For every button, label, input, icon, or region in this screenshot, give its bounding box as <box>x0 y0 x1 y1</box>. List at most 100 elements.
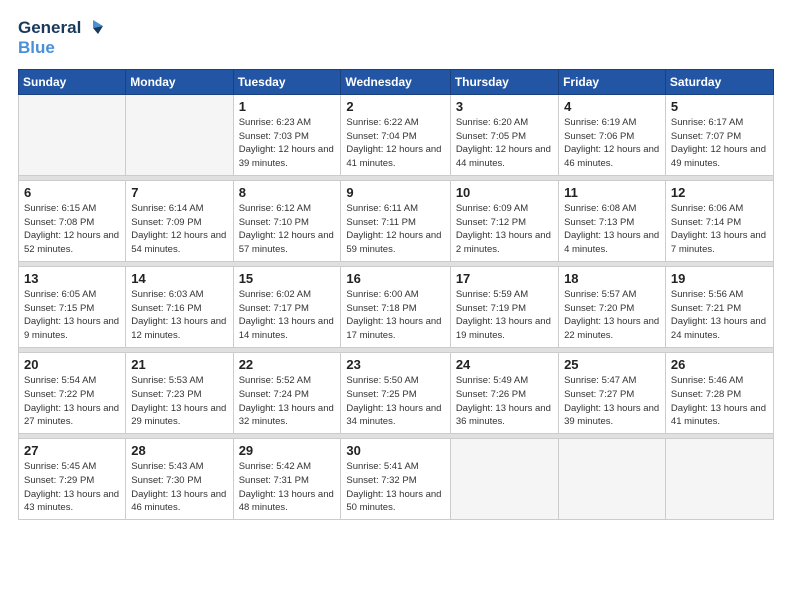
day-number: 8 <box>239 185 336 200</box>
calendar-cell: 6 Sunrise: 6:15 AM Sunset: 7:08 PM Daylig… <box>19 180 126 261</box>
calendar-cell: 4Sunrise: 6:19 AM Sunset: 7:06 PM Daylig… <box>559 94 666 175</box>
calendar-cell: 1 Sunrise: 6:23 AM Sunset: 7:03 PM Daylig… <box>233 94 341 175</box>
day-number: 17 <box>456 271 553 286</box>
calendar-cell: 2 Sunrise: 6:22 AM Sunset: 7:04 PM Daylig… <box>341 94 450 175</box>
day-number: 16 <box>346 271 444 286</box>
calendar-cell: 27 Sunrise: 5:45 AM Sunset: 7:29 PM Dayli… <box>19 439 126 520</box>
calendar-cell: 20Sunrise: 5:54 AM Sunset: 7:22 PM Dayli… <box>19 352 126 433</box>
day-info: Sunrise: 5:45 AM Sunset: 7:29 PM Dayligh… <box>24 460 120 515</box>
day-number: 7 <box>131 185 227 200</box>
day-info: Sunrise: 6:19 AM Sunset: 7:06 PM Dayligh… <box>564 116 660 171</box>
day-info: Sunrise: 6:06 AM Sunset: 7:14 PM Dayligh… <box>671 202 768 257</box>
day-info: Sunrise: 5:56 AM Sunset: 7:21 PM Dayligh… <box>671 288 768 343</box>
calendar-cell: 26 Sunrise: 5:46 AM Sunset: 7:28 PM Dayli… <box>665 352 773 433</box>
calendar-cell: 19 Sunrise: 5:56 AM Sunset: 7:21 PM Dayli… <box>665 266 773 347</box>
day-number: 27 <box>24 443 120 458</box>
day-info: Sunrise: 6:23 AM Sunset: 7:03 PM Dayligh… <box>239 116 336 171</box>
weekday-header: Monday <box>126 69 233 94</box>
weekday-header: Sunday <box>19 69 126 94</box>
day-info: Sunrise: 5:59 AM Sunset: 7:19 PM Dayligh… <box>456 288 553 343</box>
day-info: Sunrise: 6:15 AM Sunset: 7:08 PM Dayligh… <box>24 202 120 257</box>
day-info: Sunrise: 6:11 AM Sunset: 7:11 PM Dayligh… <box>346 202 444 257</box>
day-number: 21 <box>131 357 227 372</box>
logo-blue: Blue <box>18 38 55 58</box>
day-number: 25 <box>564 357 660 372</box>
day-number: 1 <box>239 99 336 114</box>
calendar-week-row: 20Sunrise: 5:54 AM Sunset: 7:22 PM Dayli… <box>19 352 774 433</box>
day-info: Sunrise: 5:53 AM Sunset: 7:23 PM Dayligh… <box>131 374 227 429</box>
day-number: 28 <box>131 443 227 458</box>
day-info: Sunrise: 5:43 AM Sunset: 7:30 PM Dayligh… <box>131 460 227 515</box>
calendar-cell: 10Sunrise: 6:09 AM Sunset: 7:12 PM Dayli… <box>450 180 558 261</box>
calendar-week-row: 1 Sunrise: 6:23 AM Sunset: 7:03 PM Daylig… <box>19 94 774 175</box>
calendar-cell: 23 Sunrise: 5:50 AM Sunset: 7:25 PM Dayli… <box>341 352 450 433</box>
day-info: Sunrise: 5:49 AM Sunset: 7:26 PM Dayligh… <box>456 374 553 429</box>
day-number: 29 <box>239 443 336 458</box>
calendar-header-row: SundayMondayTuesdayWednesdayThursdayFrid… <box>19 69 774 94</box>
day-info: Sunrise: 6:14 AM Sunset: 7:09 PM Dayligh… <box>131 202 227 257</box>
day-info: Sunrise: 6:08 AM Sunset: 7:13 PM Dayligh… <box>564 202 660 257</box>
day-number: 19 <box>671 271 768 286</box>
calendar-cell: 7 Sunrise: 6:14 AM Sunset: 7:09 PM Daylig… <box>126 180 233 261</box>
logo: General Blue <box>18 18 105 59</box>
calendar-cell <box>559 439 666 520</box>
day-number: 2 <box>346 99 444 114</box>
calendar-cell: 3 Sunrise: 6:20 AM Sunset: 7:05 PM Daylig… <box>450 94 558 175</box>
calendar-cell: 8 Sunrise: 6:12 AM Sunset: 7:10 PM Daylig… <box>233 180 341 261</box>
day-number: 6 <box>24 185 120 200</box>
day-number: 22 <box>239 357 336 372</box>
calendar-cell: 25Sunrise: 5:47 AM Sunset: 7:27 PM Dayli… <box>559 352 666 433</box>
day-info: Sunrise: 6:03 AM Sunset: 7:16 PM Dayligh… <box>131 288 227 343</box>
page-header: General Blue <box>18 18 774 59</box>
day-number: 24 <box>456 357 553 372</box>
day-info: Sunrise: 6:12 AM Sunset: 7:10 PM Dayligh… <box>239 202 336 257</box>
calendar-cell: 28 Sunrise: 5:43 AM Sunset: 7:30 PM Dayli… <box>126 439 233 520</box>
day-info: Sunrise: 6:17 AM Sunset: 7:07 PM Dayligh… <box>671 116 768 171</box>
day-number: 14 <box>131 271 227 286</box>
logo-general: General <box>18 18 81 38</box>
day-number: 11 <box>564 185 660 200</box>
calendar-cell: 14 Sunrise: 6:03 AM Sunset: 7:16 PM Dayli… <box>126 266 233 347</box>
day-number: 13 <box>24 271 120 286</box>
day-number: 12 <box>671 185 768 200</box>
day-number: 10 <box>456 185 553 200</box>
day-number: 9 <box>346 185 444 200</box>
calendar-cell <box>665 439 773 520</box>
calendar-cell: 16 Sunrise: 6:00 AM Sunset: 7:18 PM Dayli… <box>341 266 450 347</box>
calendar-cell: 18 Sunrise: 5:57 AM Sunset: 7:20 PM Dayli… <box>559 266 666 347</box>
day-info: Sunrise: 5:46 AM Sunset: 7:28 PM Dayligh… <box>671 374 768 429</box>
weekday-header: Saturday <box>665 69 773 94</box>
day-number: 23 <box>346 357 444 372</box>
day-number: 5 <box>671 99 768 114</box>
calendar-cell: 15Sunrise: 6:02 AM Sunset: 7:17 PM Dayli… <box>233 266 341 347</box>
day-number: 30 <box>346 443 444 458</box>
calendar-week-row: 6 Sunrise: 6:15 AM Sunset: 7:08 PM Daylig… <box>19 180 774 261</box>
day-number: 18 <box>564 271 660 286</box>
calendar-cell: 12 Sunrise: 6:06 AM Sunset: 7:14 PM Dayli… <box>665 180 773 261</box>
logo-bird-icon <box>83 18 105 38</box>
weekday-header: Friday <box>559 69 666 94</box>
calendar-week-row: 27 Sunrise: 5:45 AM Sunset: 7:29 PM Dayli… <box>19 439 774 520</box>
day-number: 26 <box>671 357 768 372</box>
calendar-cell: 21 Sunrise: 5:53 AM Sunset: 7:23 PM Dayli… <box>126 352 233 433</box>
day-info: Sunrise: 5:52 AM Sunset: 7:24 PM Dayligh… <box>239 374 336 429</box>
day-number: 20 <box>24 357 120 372</box>
calendar-cell <box>19 94 126 175</box>
day-info: Sunrise: 6:00 AM Sunset: 7:18 PM Dayligh… <box>346 288 444 343</box>
day-info: Sunrise: 5:50 AM Sunset: 7:25 PM Dayligh… <box>346 374 444 429</box>
calendar-table: SundayMondayTuesdayWednesdayThursdayFrid… <box>18 69 774 520</box>
day-number: 3 <box>456 99 553 114</box>
calendar-cell: 11 Sunrise: 6:08 AM Sunset: 7:13 PM Dayli… <box>559 180 666 261</box>
calendar-cell: 29Sunrise: 5:42 AM Sunset: 7:31 PM Dayli… <box>233 439 341 520</box>
calendar-week-row: 13 Sunrise: 6:05 AM Sunset: 7:15 PM Dayli… <box>19 266 774 347</box>
calendar-cell: 24 Sunrise: 5:49 AM Sunset: 7:26 PM Dayli… <box>450 352 558 433</box>
day-info: Sunrise: 6:20 AM Sunset: 7:05 PM Dayligh… <box>456 116 553 171</box>
calendar-cell: 17 Sunrise: 5:59 AM Sunset: 7:19 PM Dayli… <box>450 266 558 347</box>
calendar-cell <box>450 439 558 520</box>
day-info: Sunrise: 6:05 AM Sunset: 7:15 PM Dayligh… <box>24 288 120 343</box>
day-info: Sunrise: 6:02 AM Sunset: 7:17 PM Dayligh… <box>239 288 336 343</box>
day-info: Sunrise: 5:57 AM Sunset: 7:20 PM Dayligh… <box>564 288 660 343</box>
day-info: Sunrise: 6:22 AM Sunset: 7:04 PM Dayligh… <box>346 116 444 171</box>
calendar-cell: 13 Sunrise: 6:05 AM Sunset: 7:15 PM Dayli… <box>19 266 126 347</box>
weekday-header: Thursday <box>450 69 558 94</box>
